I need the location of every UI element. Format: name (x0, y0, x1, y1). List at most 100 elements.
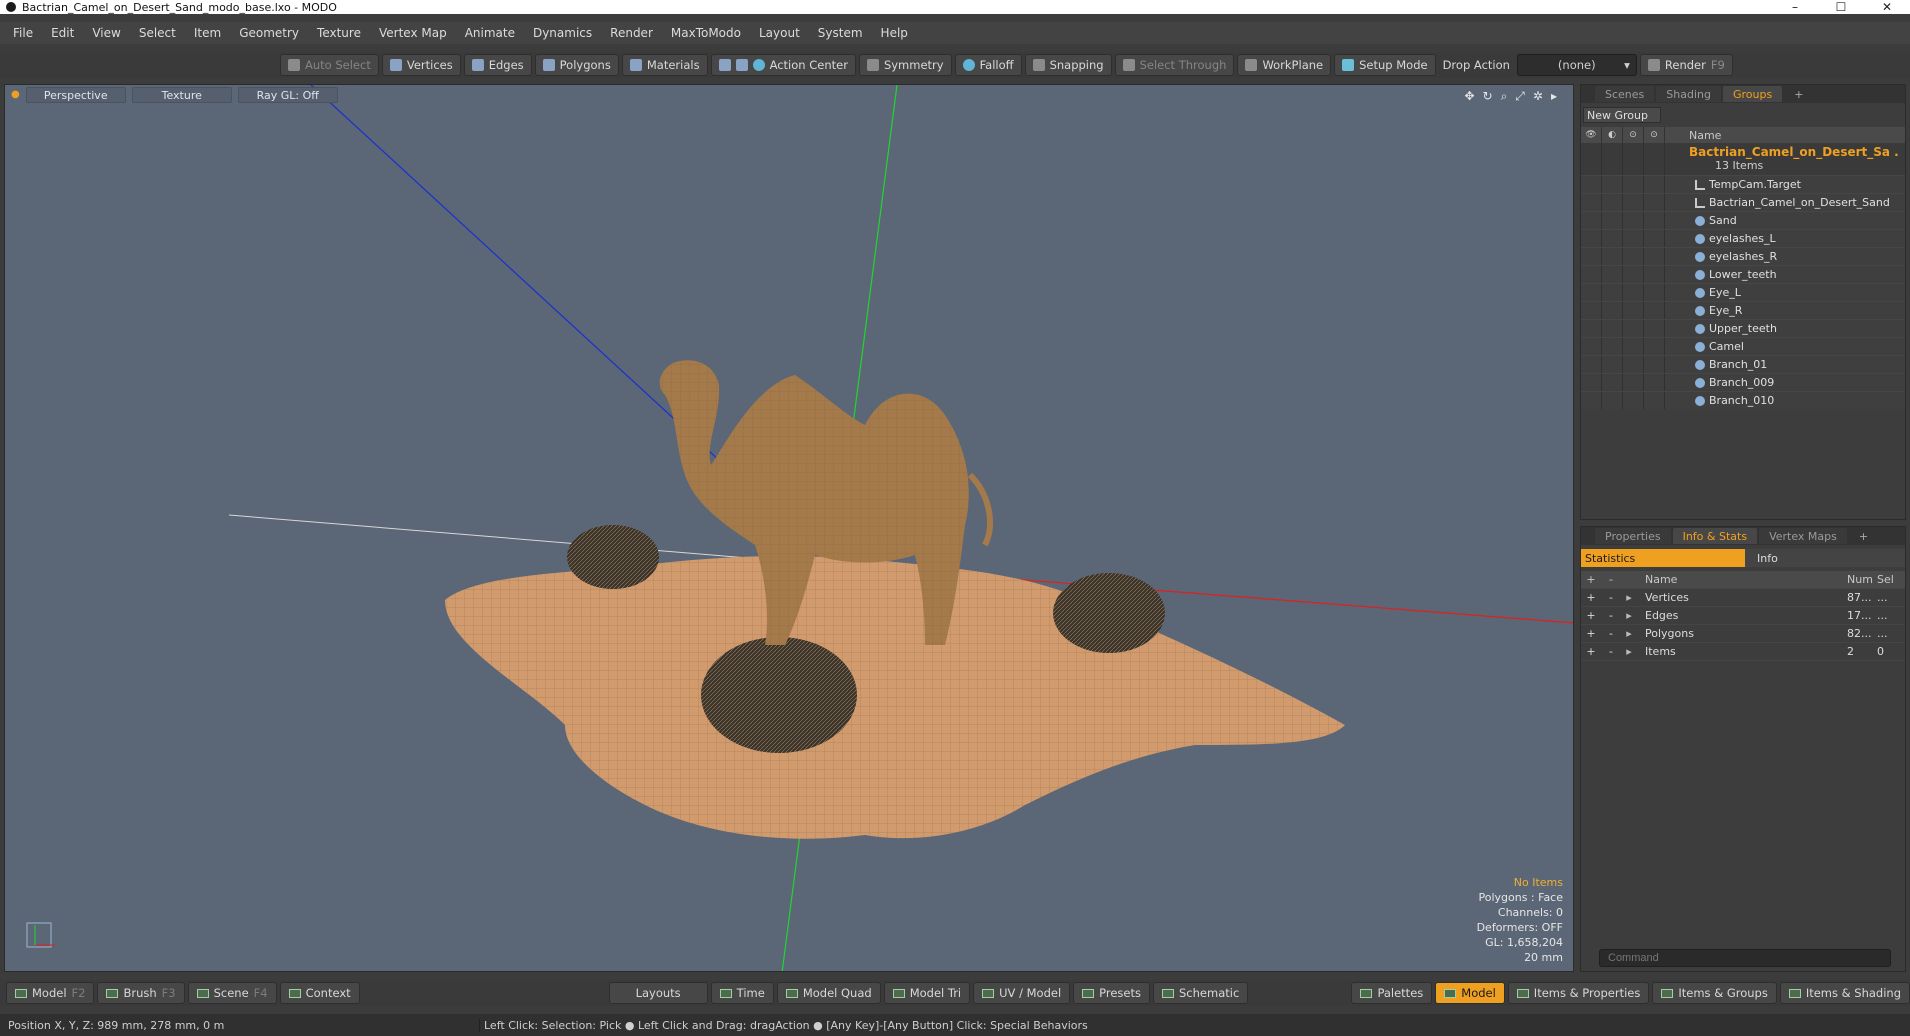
expand-arrow-icon[interactable]: ▸ (1621, 609, 1637, 622)
tab-groups[interactable]: Groups (1722, 86, 1783, 102)
menu-file[interactable]: File (4, 26, 42, 40)
move-icon[interactable]: ✥ (1464, 89, 1474, 104)
items-shading-button[interactable]: Items & Shading (1779, 982, 1910, 1004)
add-button[interactable]: + (1581, 645, 1601, 658)
view-type-perspective[interactable]: Perspective (25, 87, 126, 103)
menu-vertex-map[interactable]: Vertex Map (370, 26, 456, 40)
table-row[interactable]: + - ▸ Vertices 87...... (1581, 589, 1905, 607)
time-button[interactable]: Time (710, 982, 774, 1004)
presets-button[interactable]: Presets (1073, 982, 1150, 1004)
ray-gl-toggle[interactable]: Ray GL: Off (237, 87, 338, 103)
context-layout-button[interactable]: Context (279, 982, 360, 1004)
scene-layout-button[interactable]: Scene F4 (187, 982, 277, 1004)
materials-button[interactable]: Materials (621, 54, 708, 76)
layouts-button[interactable]: Layouts (608, 982, 708, 1004)
collapse-all-button[interactable]: - (1601, 573, 1621, 586)
model-tri-button[interactable]: Model Tri (883, 982, 971, 1004)
menu-help[interactable]: Help (872, 26, 917, 40)
expand-arrow-icon[interactable]: ▸ (1621, 645, 1637, 658)
expand-arrow-icon[interactable]: ▸ (1621, 627, 1637, 640)
remove-button[interactable]: - (1601, 627, 1621, 640)
model-layout-button[interactable]: Model F2 (6, 982, 95, 1004)
auto-select-button[interactable]: Auto Select (280, 54, 379, 76)
drop-action-select[interactable]: (none) ▾ (1516, 54, 1637, 76)
list-item[interactable]: Eye_R (1581, 301, 1905, 319)
new-group-button[interactable]: New Group (1583, 107, 1661, 123)
table-row[interactable]: + - ▸ Items 2 0 (1581, 643, 1905, 661)
list-item[interactable]: Camel (1581, 337, 1905, 355)
render-button[interactable]: Render F9 (1639, 54, 1733, 76)
shading-texture[interactable]: Texture (131, 87, 232, 103)
visibility-column-icon[interactable]: 👁 (1581, 127, 1602, 143)
expand-all-button[interactable]: + (1581, 573, 1601, 586)
list-item[interactable]: Upper_teeth (1581, 319, 1905, 337)
brush-layout-button[interactable]: Brush F3 (97, 982, 185, 1004)
table-row[interactable]: + - ▸ Polygons 82...... (1581, 625, 1905, 643)
add-tab-button[interactable]: + (1849, 528, 1878, 544)
items-properties-button[interactable]: Items & Properties (1507, 982, 1650, 1004)
close-button[interactable]: ✕ (1864, 0, 1910, 14)
schematic-button[interactable]: Schematic (1153, 982, 1249, 1004)
setup-mode-button[interactable]: Setup Mode (1334, 54, 1436, 76)
remove-button[interactable]: - (1601, 645, 1621, 658)
tab-scenes[interactable]: Scenes (1595, 86, 1655, 102)
tab-vertex-maps[interactable]: Vertex Maps (1759, 528, 1847, 544)
minimize-button[interactable]: – (1772, 0, 1818, 14)
add-button[interactable]: + (1581, 609, 1601, 622)
tab-properties[interactable]: Properties (1595, 528, 1671, 544)
list-item[interactable]: Lower_teeth (1581, 265, 1905, 283)
list-item[interactable]: Branch_01 (1581, 355, 1905, 373)
workplane-button[interactable]: WorkPlane (1237, 54, 1332, 76)
action-center-button[interactable]: Action Center (710, 54, 856, 76)
tab-info[interactable]: Info (1745, 549, 1905, 567)
snapping-button[interactable]: Snapping (1024, 54, 1112, 76)
falloff-button[interactable]: Falloff (954, 54, 1022, 76)
tab-info-stats[interactable]: Info & Stats (1672, 528, 1758, 544)
viewport-menu-icon[interactable]: ● (11, 87, 20, 103)
select-column-icon[interactable]: ⊙ (1644, 127, 1665, 143)
add-button[interactable]: + (1581, 627, 1601, 640)
items-groups-button[interactable]: Items & Groups (1652, 982, 1777, 1004)
name-column-header[interactable]: Name (1677, 129, 1721, 142)
group-row[interactable]: Bactrian_Camel_on_Desert_Sa ... 13 Items (1581, 143, 1905, 175)
list-item[interactable]: Eye_L (1581, 283, 1905, 301)
play-icon[interactable]: ▸ (1551, 89, 1557, 104)
model-tab-button[interactable]: Model (1435, 982, 1505, 1004)
rotate-icon[interactable]: ↻ (1483, 89, 1493, 104)
menu-system[interactable]: System (809, 26, 872, 40)
model-quad-button[interactable]: Model Quad (776, 982, 881, 1004)
menu-view[interactable]: View (83, 26, 129, 40)
add-button[interactable]: + (1581, 591, 1601, 604)
menu-layout[interactable]: Layout (750, 26, 809, 40)
menu-animate[interactable]: Animate (456, 26, 524, 40)
list-item[interactable]: Sand (1581, 211, 1905, 229)
3d-viewport[interactable]: ● Perspective Texture Ray GL: Off ✥ ↻ ⌕ … (4, 84, 1574, 972)
list-item[interactable]: Bactrian_Camel_on_Desert_Sand (1581, 193, 1905, 211)
edges-button[interactable]: Edges (463, 54, 532, 76)
zoom-icon[interactable]: ⌕ (1501, 89, 1508, 104)
table-row[interactable]: + - ▸ Edges 17...... (1581, 607, 1905, 625)
menu-render[interactable]: Render (601, 26, 662, 40)
command-input[interactable] (1599, 949, 1891, 967)
list-item[interactable]: eyelashes_R (1581, 247, 1905, 265)
list-item[interactable]: TempCam.Target (1581, 175, 1905, 193)
polygons-button[interactable]: Polygons (534, 54, 619, 76)
symmetry-button[interactable]: Symmetry (858, 54, 952, 76)
list-item[interactable]: Branch_009 (1581, 373, 1905, 391)
menu-item[interactable]: Item (185, 26, 230, 40)
tab-statistics[interactable]: Statistics (1581, 549, 1745, 567)
menu-dynamics[interactable]: Dynamics (524, 26, 601, 40)
settings-icon[interactable]: ✲ (1533, 89, 1543, 104)
lock-column-icon[interactable]: ⊙ (1623, 127, 1644, 143)
tab-shading[interactable]: Shading (1656, 86, 1721, 102)
list-item[interactable]: eyelashes_L (1581, 229, 1905, 247)
select-through-button[interactable]: Select Through (1114, 54, 1235, 76)
maximize-button[interactable]: ☐ (1818, 0, 1864, 14)
render-column-icon[interactable]: ◐ (1602, 127, 1623, 143)
fit-icon[interactable]: ⤢ (1515, 89, 1525, 104)
menu-select[interactable]: Select (130, 26, 185, 40)
menu-texture[interactable]: Texture (308, 26, 370, 40)
menu-geometry[interactable]: Geometry (230, 26, 308, 40)
remove-button[interactable]: - (1601, 591, 1621, 604)
add-tab-button[interactable]: + (1784, 86, 1813, 102)
